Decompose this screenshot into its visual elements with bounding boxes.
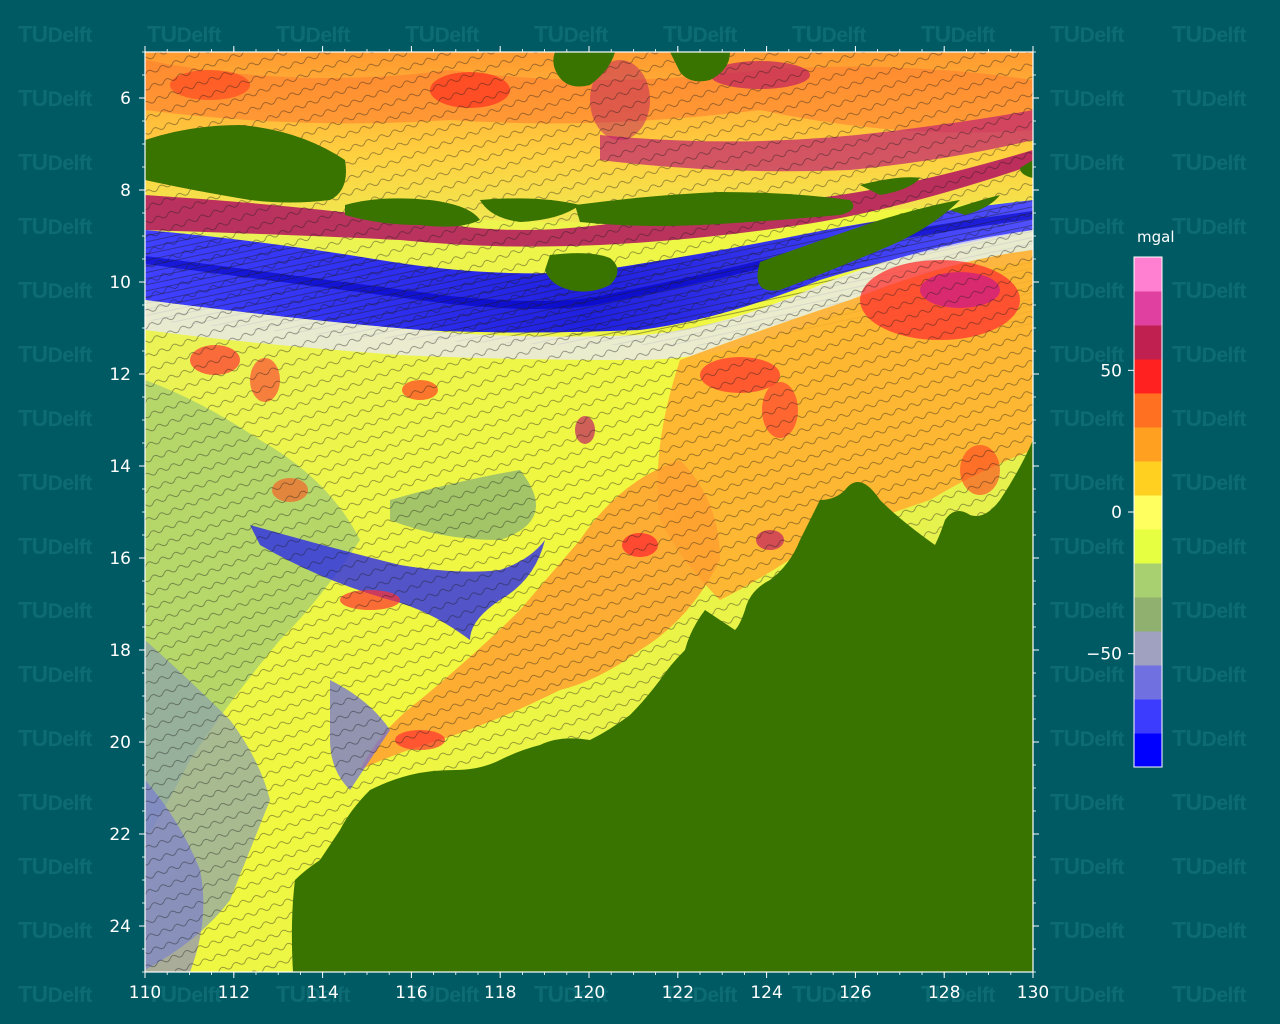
x-tick-label: 120 [573,983,605,1003]
y-tick-label: 12 [109,365,131,385]
y-tick-label: 10 [109,273,131,293]
colorbar-band [1134,529,1162,564]
colorbar-tick-label: 0 [1111,503,1122,523]
colorbar-unit-label: mgal [1137,228,1175,246]
colorbar-band [1134,495,1162,530]
colorbar-bands [1134,257,1162,768]
y-tick-label: 14 [109,457,131,477]
colorbar-band [1134,257,1162,292]
colorbar-band [1134,665,1162,700]
x-tick-label: 116 [395,983,427,1003]
x-tick-label: 112 [218,983,250,1003]
y-tick-label: 24 [109,917,131,937]
colorbar-band [1134,733,1162,768]
colorbar-band [1134,325,1162,360]
colorbar-tick-label: −50 [1086,645,1122,665]
y-tick-label: 16 [109,549,131,569]
y-tick-label: 20 [109,733,131,753]
colorbar: mgal 50 0 −50 [1086,228,1175,768]
x-tick-label: 126 [839,983,871,1003]
colorbar-band [1134,359,1162,394]
x-tick-label: 124 [750,983,782,1003]
y-tick-label: 8 [120,181,131,201]
gravity-anomaly-map: 110 112 114 116 118 120 122 124 126 128 130 681012… [109,46,1175,1003]
colorbar-band [1134,461,1162,496]
colorbar-ticks: 50 0 −50 [1086,361,1134,665]
x-tick-label: 110 [129,983,161,1003]
map-plot-area [145,52,1033,972]
y-tick-label: 22 [109,825,131,845]
x-tick-label: 122 [662,983,694,1003]
colorbar-band [1134,291,1162,326]
colorbar-band [1134,699,1162,734]
x-tick-label: 114 [306,983,338,1003]
x-tick-label: 130 [1017,983,1049,1003]
y-tick-label: 18 [109,641,131,661]
y-tick-label: 6 [120,89,131,109]
colorbar-band [1134,563,1162,598]
colorbar-tick-label: 50 [1100,361,1122,381]
colorbar-band [1134,393,1162,428]
colorbar-band [1134,427,1162,462]
x-tick-label: 118 [484,983,516,1003]
colorbar-band [1134,631,1162,666]
x-tick-label: 128 [928,983,960,1003]
colorbar-band [1134,597,1162,632]
